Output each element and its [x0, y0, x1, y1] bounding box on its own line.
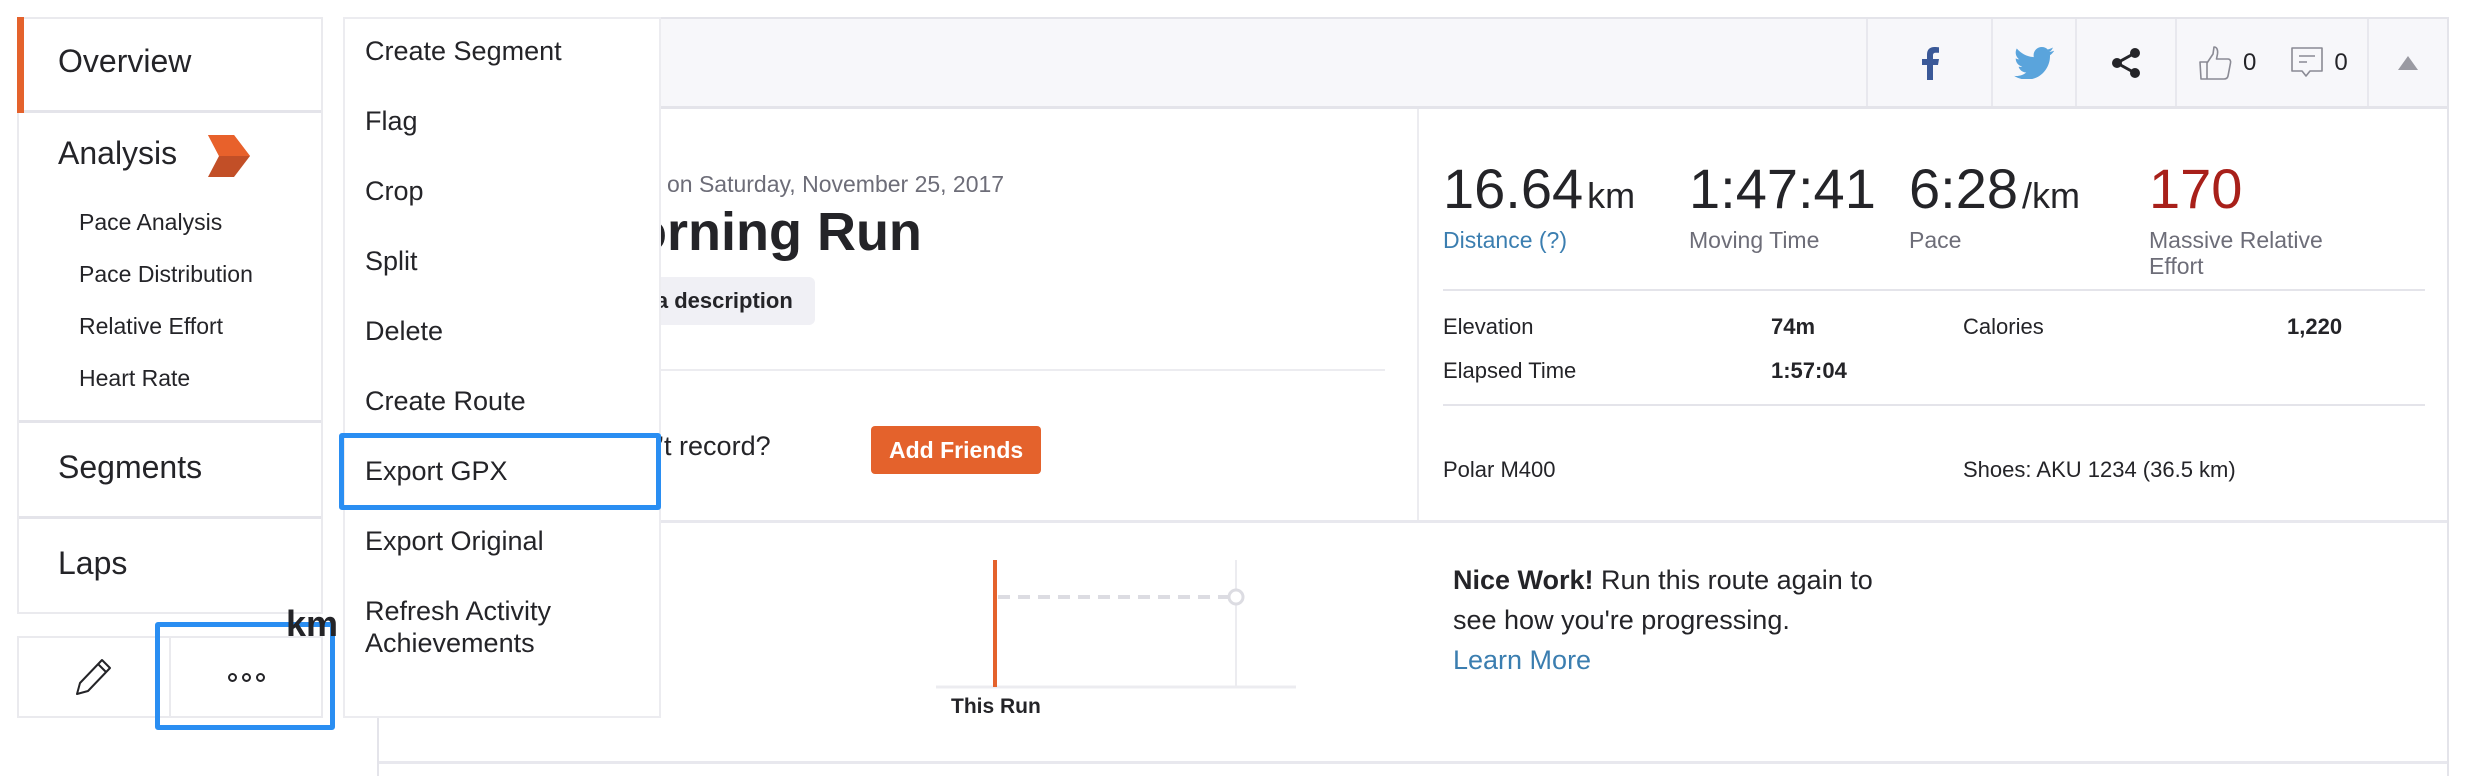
menu-item-flag[interactable]: Flag — [365, 105, 645, 137]
distance-help-link[interactable]: Distance (?) — [1443, 227, 1635, 253]
pace-value: 6:28 — [1909, 157, 2018, 220]
distance-value: 16.64 — [1443, 157, 1584, 220]
stat-pace: 6:28/km Pace — [1909, 161, 2080, 254]
share-icon — [2112, 47, 2140, 78]
sidebar-item-label: Segments — [58, 449, 203, 485]
menu-item-export-original[interactable]: Export Original — [365, 525, 645, 557]
elapsed-time-value: 1:57:04 — [1771, 358, 1847, 383]
menu-item-split[interactable]: Split — [365, 245, 645, 277]
elevation-value: 74m — [1771, 314, 1816, 339]
stats-panel: 16.64 km Distance (?) 1:47:41 Moving Time… — [1417, 109, 2447, 520]
moving-time-value: 1:47:41 — [1689, 157, 1876, 220]
chart-point — [1227, 588, 1245, 606]
comments-button[interactable]: 0 — [2290, 46, 2348, 80]
more-actions-menu: Create Segment Flag Crop Split Delete Cr… — [343, 17, 661, 718]
sidebar-item-segments[interactable]: Segments — [19, 423, 321, 519]
add-friends-button[interactable]: Add Friends — [871, 426, 1042, 474]
active-indicator — [17, 17, 24, 113]
pencil-icon — [76, 659, 111, 695]
menu-item-export-gpx[interactable]: Export GPX — [365, 455, 645, 487]
route-progress-message: Nice Work! Run this route again to see h… — [1453, 560, 1913, 680]
menu-item-refresh-achievements[interactable]: Refresh Activity Achievements — [365, 595, 595, 659]
stat-relative-effort: 170 Massive Relative Effort — [2149, 161, 2379, 280]
stat-moving-time: 1:47:41 Moving Time — [1689, 157, 1876, 254]
sidebar-item-pace-analysis[interactable]: Pace Analysis — [79, 209, 222, 236]
sidebar-item-label: Overview — [58, 43, 192, 79]
sidebar-item-label: Laps — [58, 545, 128, 581]
sidebar-item-laps[interactable]: Laps — [19, 519, 321, 612]
elevation-label: Elevation — [1443, 314, 1534, 339]
shoes-link[interactable]: Shoes: AKU 1234 (36.5 km) — [1963, 457, 2236, 483]
comments-count: 0 — [2334, 48, 2348, 76]
facebook-icon — [1921, 46, 1939, 80]
divider — [1443, 404, 2425, 406]
thumbs-up-icon — [2199, 45, 2232, 80]
sidebar-item-pace-distribution[interactable]: Pace Distribution — [79, 261, 253, 288]
device-name: Polar M400 — [1443, 457, 1556, 482]
sidebar-item-relative-effort[interactable]: Relative Effort — [79, 313, 223, 340]
kudos-button[interactable]: 0 — [2197, 45, 2256, 81]
divider — [379, 520, 2447, 523]
effort-value: 170 — [2149, 157, 2243, 220]
sidebar-nav: Overview Analysis Pace Analysis Pace Dis… — [17, 17, 323, 614]
calories-value: 1,220 — [2287, 314, 2343, 339]
calories-label: Calories — [1963, 314, 2044, 339]
kudos-comments-group: 0 0 — [2175, 19, 2367, 106]
premium-chevron-icon — [208, 135, 250, 177]
sidebar-section-analysis: Analysis Pace Analysis Pace Distribution… — [19, 113, 321, 423]
stat-distance: 16.64 km Distance (?) — [1443, 161, 1636, 254]
share-twitter-button[interactable] — [1991, 19, 2075, 106]
nice-work-heading: Nice Work! — [1453, 565, 1594, 595]
distance-unit: km — [1587, 175, 1636, 216]
divider — [1443, 289, 2425, 291]
more-dots-icon — [227, 672, 265, 682]
pace-unit: /km — [2022, 175, 2080, 216]
moving-time-label: Moving Time — [1689, 227, 1820, 253]
edit-activity-button[interactable] — [19, 638, 169, 716]
share-button[interactable] — [2075, 19, 2175, 106]
activity-header: zie – Run 0 — [379, 19, 2447, 109]
menu-item-crop[interactable]: Crop — [365, 175, 645, 207]
menu-item-create-segment[interactable]: Create Segment — [365, 35, 645, 67]
share-facebook-button[interactable] — [1866, 19, 1991, 106]
effort-label: Massive Relative Effort — [2149, 227, 2323, 280]
more-actions-button[interactable] — [169, 638, 321, 716]
route-distance-unit: km — [286, 603, 339, 644]
menu-item-create-route[interactable]: Create Route — [365, 385, 645, 417]
menu-item-delete[interactable]: Delete — [365, 315, 645, 347]
sidebar-item-analysis[interactable]: Analysis — [58, 135, 177, 172]
activity-actions — [17, 636, 323, 718]
twitter-icon — [2014, 46, 2054, 79]
pace-label: Pace — [1909, 227, 1962, 253]
elapsed-time-label: Elapsed Time — [1443, 358, 1577, 383]
sidebar-item-heart-rate[interactable]: Heart Rate — [79, 365, 190, 392]
comment-icon — [2291, 46, 2324, 77]
learn-more-link[interactable]: Learn More — [1453, 645, 1591, 675]
activity-panel: zie – Run 0 — [377, 17, 2449, 776]
caret-up-icon — [2398, 55, 2418, 70]
kudos-count: 0 — [2243, 48, 2257, 76]
collapse-header-button[interactable] — [2367, 19, 2447, 106]
sidebar-item-overview[interactable]: Overview — [17, 17, 321, 113]
this-run-label: This Run — [951, 695, 1041, 718]
divider — [379, 761, 2447, 764]
